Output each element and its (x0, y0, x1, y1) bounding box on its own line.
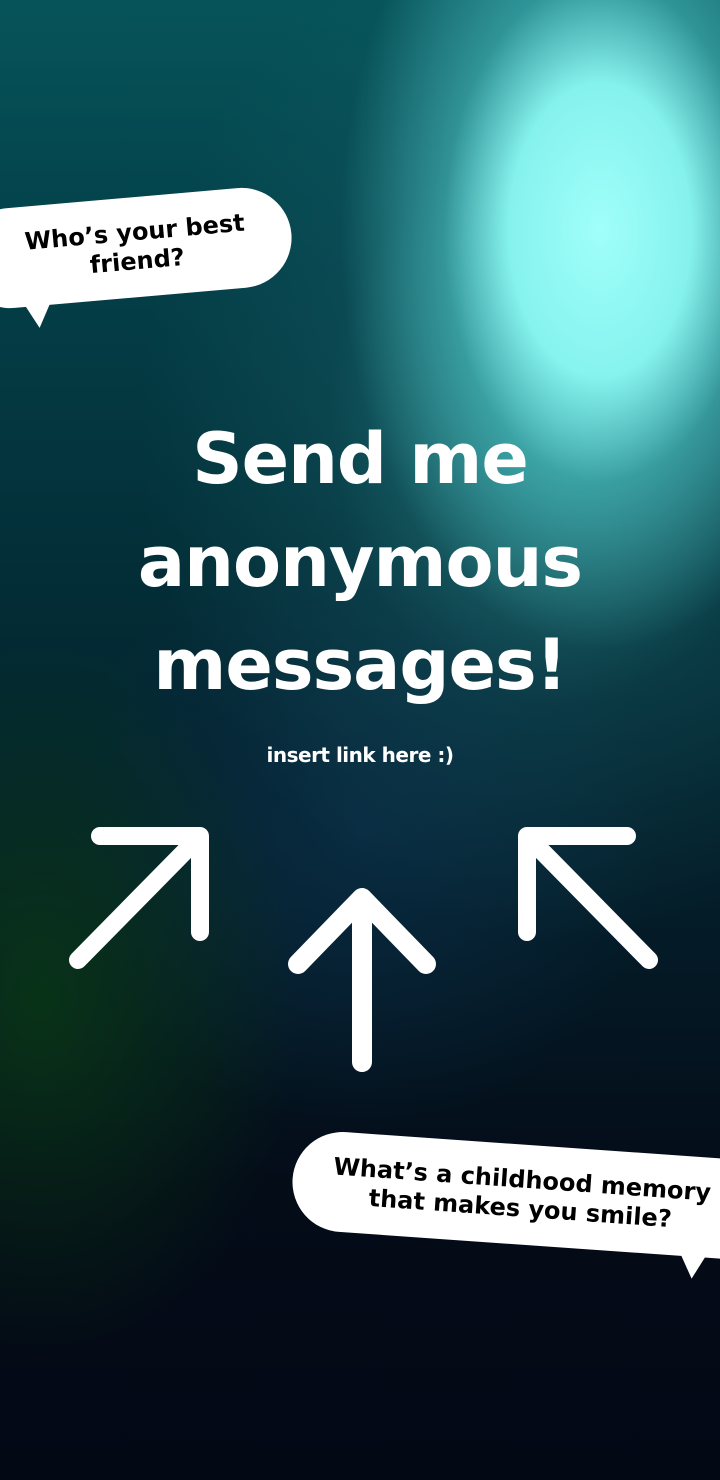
link-placeholder-text: insert link here :) (266, 743, 455, 767)
headline: Send me anonymous messages! (0, 408, 720, 717)
headline-line: anonymous (137, 521, 583, 603)
arrow-up-right-icon (69, 827, 209, 969)
question-bubble-childhood-memory: What’s a childhood memory that makes you… (289, 1128, 720, 1264)
headline-line: Send me (192, 418, 529, 500)
arrow-up-icon (288, 888, 436, 1072)
story-background: Who’s your best friend? Send me anonymou… (0, 0, 720, 1480)
question-bubble-best-friend: Who’s your best friend? (0, 183, 296, 313)
headline-line: messages! (153, 624, 567, 706)
arrow-up-left-icon (518, 827, 658, 969)
